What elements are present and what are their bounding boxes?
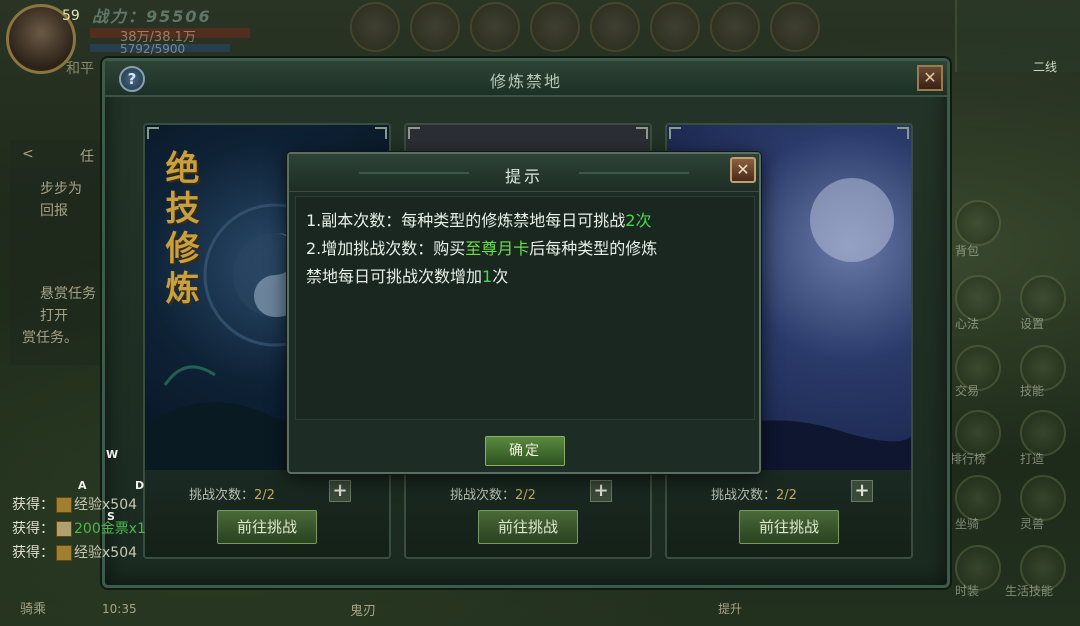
combat-power: 战力：95506 — [92, 7, 212, 26]
hint-line-1: 1.副本次数：每种类型的修炼禁地每日可挑战2次 — [306, 207, 744, 235]
task-item-2[interactable]: 悬赏任务 — [40, 283, 96, 303]
top-menu-icon[interactable] — [530, 2, 580, 52]
ride-button[interactable]: 骑乘 — [20, 598, 46, 617]
card-corner — [408, 127, 420, 139]
menu-label-mount: 坐骑 — [955, 517, 980, 531]
menu-label-life-skill: 生活技能 — [1005, 584, 1054, 598]
challenge-count-3: 挑战次数：2/2 — [711, 484, 797, 503]
card-footer-3: 挑战次数：2/2 + 前往挑战 — [667, 470, 911, 557]
reward-value: 200金票x1 — [74, 521, 146, 537]
hint-highlight: 1 — [482, 267, 493, 286]
go-challenge-button-3[interactable]: 前往挑战 — [739, 510, 839, 544]
menu-label-settings: 设置 — [1020, 317, 1045, 331]
top-menu-icon[interactable] — [590, 2, 640, 52]
reward-value: 经验x504 — [74, 545, 138, 561]
task-item-2-sub: 打开 — [40, 308, 68, 324]
exp-icon — [56, 545, 72, 561]
card-footer-2: 挑战次数：2/2 + 前往挑战 — [406, 470, 650, 557]
go-challenge-button-2[interactable]: 前往挑战 — [478, 510, 578, 544]
window-title: 修炼禁地 — [489, 72, 562, 91]
challenge-count-label: 挑战次数： — [189, 488, 255, 503]
menu-label-forge: 打造 — [1020, 452, 1045, 466]
hint-highlight: 2次 — [625, 211, 652, 230]
task-item-1-sub: 回报 — [40, 203, 68, 219]
reward-prefix: 获得： — [12, 521, 54, 537]
key-d-hint: D — [135, 479, 145, 492]
go-challenge-button-1[interactable]: 前往挑战 — [217, 510, 317, 544]
dialog-body: 1.副本次数：每种类型的修炼禁地每日可挑战2次 2.增加挑战次数：购买至尊月卡后… — [295, 196, 755, 420]
dialog-title: 提示 — [504, 167, 543, 186]
hint-highlight-link[interactable]: 至尊月卡 — [465, 239, 529, 258]
hint-text: 1.副本次数：每种类型的修炼禁地每日可挑战 — [306, 211, 626, 230]
card-corner — [147, 127, 159, 139]
key-w-hint: W — [106, 448, 119, 461]
confirm-button[interactable]: 确定 — [485, 436, 565, 466]
hint-text: 2.增加挑战次数：购买 — [306, 239, 466, 258]
hint-text: 禁地每日可挑战次数增加 — [306, 267, 483, 286]
top-menu-icon[interactable] — [350, 2, 400, 52]
clock: 10:35 — [102, 602, 137, 616]
reward-value: 经验x504 — [74, 497, 138, 513]
top-menu-icons — [350, 2, 820, 52]
plus-icon[interactable]: + — [590, 480, 612, 502]
hint-text: 次 — [492, 267, 509, 286]
mp-text: 5792/5900 — [120, 42, 186, 56]
close-icon[interactable]: ✕ — [917, 65, 943, 91]
card-title-1: 绝技修炼 — [159, 150, 199, 310]
reward-log-item: 获得： 经验x504 — [12, 494, 137, 514]
exp-icon — [56, 497, 72, 513]
plus-icon[interactable]: + — [329, 480, 351, 502]
reward-prefix: 获得： — [12, 545, 54, 561]
task-item-2-sub2: 赏任务。 — [22, 330, 78, 346]
bag-icon[interactable] — [955, 200, 1001, 246]
hint-line-3: 禁地每日可挑战次数增加1次 — [306, 263, 744, 291]
menu-label-fashion: 时装 — [955, 584, 980, 598]
card-corner — [375, 127, 387, 139]
challenge-count-value: 2/2 — [254, 488, 275, 503]
gold-ticket-icon — [56, 521, 72, 537]
upgrade-label[interactable]: 提升 — [718, 600, 742, 617]
task-item-1[interactable]: 步步为 — [40, 178, 82, 198]
menu-label-pet: 灵兽 — [1020, 517, 1045, 531]
hint-dialog: 提示 ✕ 1.副本次数：每种类型的修炼禁地每日可挑战2次 2.增加挑战次数：购买… — [287, 152, 761, 474]
challenge-count-label: 挑战次数： — [711, 488, 777, 503]
card-corner — [897, 127, 909, 139]
menu-label-ranking: 排行榜 — [950, 452, 987, 466]
hint-line-2: 2.增加挑战次数：购买至尊月卡后每种类型的修炼 — [306, 235, 744, 263]
minimap[interactable] — [955, 0, 1080, 72]
reward-prefix: 获得： — [12, 497, 54, 513]
card-corner — [669, 127, 681, 139]
task-tab[interactable]: 任 — [80, 146, 94, 166]
plus-icon[interactable]: + — [851, 480, 873, 502]
pk-mode-label[interactable]: 和平 — [66, 58, 94, 78]
blade-label[interactable]: 鬼刃 — [350, 600, 376, 619]
hint-text: 后每种类型的修炼 — [529, 239, 658, 258]
task-tab-arrow[interactable]: < — [22, 146, 34, 162]
menu-label-trade: 交易 — [955, 384, 980, 398]
reward-log-item: 获得： 经验x504 — [12, 542, 137, 562]
top-menu-icon[interactable] — [770, 2, 820, 52]
challenge-count-value: 2/2 — [515, 488, 536, 503]
close-icon[interactable]: ✕ — [730, 157, 756, 183]
window-header: ? 修炼禁地 ✕ — [105, 61, 947, 97]
player-level: 59 — [62, 8, 80, 24]
challenge-count-2: 挑战次数：2/2 — [450, 484, 536, 503]
dialog-header: 提示 ✕ — [289, 154, 759, 192]
challenge-count-label: 挑战次数： — [450, 488, 516, 503]
top-menu-icon[interactable] — [410, 2, 460, 52]
reward-log-item: 获得： 200金票x1 — [12, 518, 146, 538]
challenge-count-value: 2/2 — [776, 488, 797, 503]
top-menu-icon[interactable] — [710, 2, 760, 52]
top-menu-icon[interactable] — [470, 2, 520, 52]
card-corner — [636, 127, 648, 139]
menu-label-bag: 背包 — [955, 244, 980, 258]
menu-label-mind: 心法 — [955, 317, 980, 331]
top-menu-icon[interactable] — [650, 2, 700, 52]
card-footer-1: 挑战次数：2/2 + 前往挑战 — [145, 470, 389, 557]
menu-label-skill: 技能 — [1020, 384, 1045, 398]
key-a-hint: A — [78, 479, 87, 492]
challenge-count-1: 挑战次数：2/2 — [189, 484, 275, 503]
server-line-label[interactable]: 二线 — [1033, 58, 1057, 75]
